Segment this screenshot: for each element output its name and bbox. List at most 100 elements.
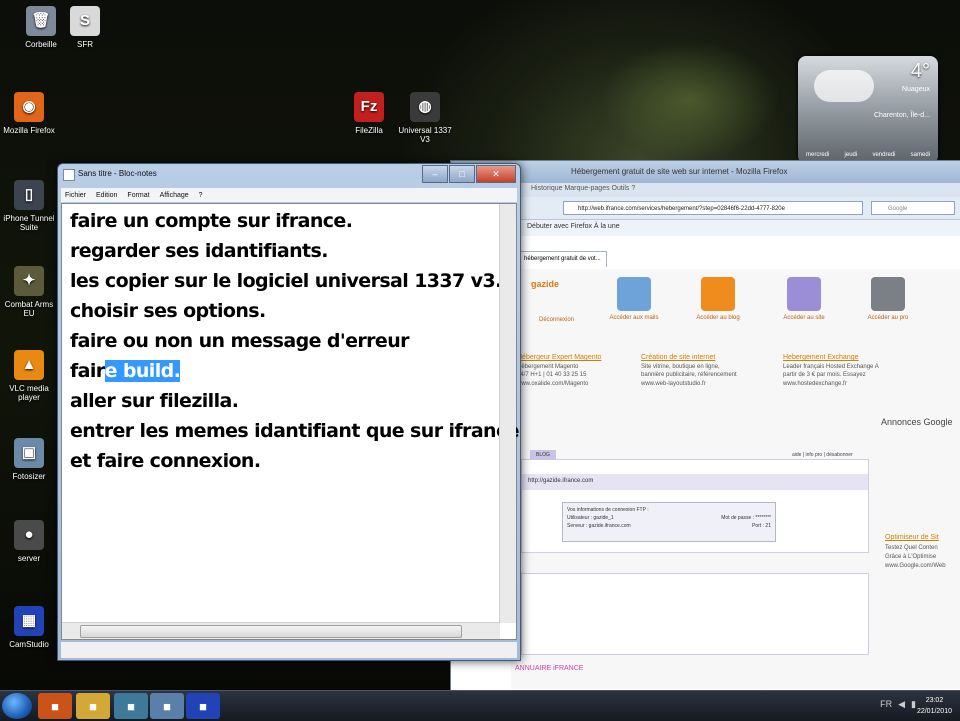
browser-tab[interactable]: hébergement gratuit de vot... (517, 251, 607, 267)
menu-help[interactable]: ? (199, 192, 203, 199)
desktop-icon[interactable]: S SFR (56, 6, 114, 49)
clock[interactable]: 23:02 22/01/2010 (917, 695, 952, 717)
text-line: choisir ses options. (70, 300, 266, 322)
notepad-text-area[interactable]: faire un compte sur ifrance. regarder ses… (61, 203, 520, 640)
house-icon (787, 277, 821, 311)
ftp-password: Mot de passe : ******** (721, 515, 771, 521)
desktop-icon[interactable]: ▦ CamStudio (0, 606, 58, 649)
desktop: 🗑 Corbeille S SFR ◉ Mozilla Firefox ▯ iPhone Tu… (0, 0, 960, 692)
desktop-icon[interactable]: ◍ Universal 1337 V3 (396, 92, 454, 144)
ftp-server: Serveur : gazide.ifrance.com (567, 523, 631, 529)
notepad-icon: ■ (163, 698, 171, 714)
panel-tab[interactable]: BLOG (530, 450, 556, 460)
notepad-window[interactable]: Sans titre - Bloc-notes – □ ✕ Fichier Ed… (57, 163, 521, 661)
vertical-scrollbar[interactable] (499, 204, 516, 623)
notepad-title: Sans titre - Bloc-notes (78, 169, 157, 178)
site-url[interactable]: http://gazide.ifrance.com (522, 474, 868, 490)
annuaire-link[interactable]: ANNUAIRE iFRANCE (515, 665, 583, 672)
text-line: regarder ses idantifiants. (70, 240, 328, 262)
weather-forecast: mercredi jeudi vendredi samedi (806, 152, 930, 158)
desktop-icon-label: server (17, 554, 41, 563)
text-line: faire ou non un message d'erreur (70, 330, 410, 352)
start-button[interactable] (2, 693, 32, 719)
desktop-icon[interactable]: ◉ Mozilla Firefox (0, 92, 58, 135)
firefox-window[interactable]: Hébergement gratuit de site web sur inte… (450, 160, 960, 692)
panel-links[interactable]: aide | info pro | désabonner (792, 452, 853, 458)
quick-link-pro[interactable]: Accéder au pro (853, 277, 923, 321)
quick-link-mails[interactable]: Accéder aux mails (599, 277, 669, 321)
ad-block[interactable]: Création de site internet Site vitrine, … (641, 353, 781, 388)
taskbar-network[interactable]: ■ (114, 693, 148, 719)
minimize-button[interactable]: – (422, 165, 448, 183)
desktop-icon[interactable]: Fz FileZilla (340, 92, 398, 135)
desktop-icon[interactable]: ✦ Combat Arms EU (0, 266, 58, 318)
language-indicator[interactable]: FR (880, 699, 892, 710)
quick-link-label: Accéder au blog (696, 315, 740, 321)
clock-time: 23:02 (925, 697, 944, 704)
desktop-icon[interactable]: ● server (0, 520, 58, 563)
ad-title[interactable]: Hebergement Exchange (783, 353, 923, 363)
volume-icon[interactable]: ◀ (898, 699, 905, 710)
ad-title[interactable]: Création de site internet (641, 353, 781, 363)
text-line: aller sur filezilla. (70, 390, 239, 412)
maximize-button[interactable]: □ (449, 165, 475, 183)
notepad-content[interactable]: faire un compte sur ifrance. regarder ses… (70, 206, 520, 476)
taskbar-explorer-folder[interactable]: ■ (76, 693, 110, 719)
close-button[interactable]: ✕ (476, 165, 516, 183)
combat-arms-icon: ✦ (14, 266, 44, 296)
weather-temperature: 4° (910, 60, 930, 82)
horizontal-scrollbar[interactable] (62, 622, 500, 639)
quick-link-label: Accéder au pro (867, 315, 909, 321)
recycle-bin-icon: 🗑 (26, 6, 56, 36)
ad-block[interactable]: Hebergement Exchange Leader français Hos… (783, 353, 923, 388)
desktop-icon[interactable]: ▲ VLC media player (0, 350, 58, 402)
vlc-icon: ▲ (14, 350, 44, 380)
notepad-icon[interactable] (63, 169, 75, 181)
taskbar-camstudio[interactable]: ■ (186, 693, 220, 719)
quick-link-site[interactable]: Accéder au site (769, 277, 839, 321)
ad-line: Grâce à L'Optimise (885, 553, 937, 560)
text-line: entrer les memes idantifiant que sur ifr… (70, 420, 520, 442)
forecast-day: mercredi (806, 152, 830, 158)
ad-title[interactable]: Optimiseur de Sit (885, 533, 960, 544)
optimiseur-ad[interactable]: Optimiseur de Sit Testez Quel Conten Grâ… (885, 533, 960, 571)
firefox-menu-bar[interactable]: Historique Marque-pages Outils ? (451, 183, 960, 197)
search-box[interactable]: Google (871, 201, 955, 215)
text-selection: e build. (104, 360, 181, 382)
desktop-icon[interactable]: ▯ iPhone Tunnel Suite (0, 180, 58, 232)
desktop-icon-label: VLC media player (9, 384, 49, 403)
quick-link-label: Accéder aux mails (609, 315, 659, 321)
desktop-icon-label: SFR (77, 40, 93, 49)
desktop-icon-label: Combat Arms EU (4, 300, 54, 319)
text-line: faire build. (70, 356, 496, 386)
weather-gadget[interactable]: 4° Nuageux Charenton, Île-d... mercredi … (798, 56, 938, 164)
firefox-icon: ◉ (14, 92, 44, 122)
scrollbar-thumb[interactable] (80, 625, 462, 638)
secondary-panel (521, 573, 869, 655)
ad-block[interactable]: Hébergeur Expert Magento Hébergement Mag… (517, 353, 657, 388)
taskbar-notepad[interactable]: ■ (150, 693, 184, 719)
weather-condition: Nuageux (901, 86, 930, 93)
quick-link-label: Accéder au site (783, 315, 825, 321)
logout-link[interactable]: Déconnexion (539, 317, 574, 323)
site-logo[interactable]: gazide (531, 279, 559, 289)
iphone-icon: ▯ (14, 180, 44, 210)
menu-format[interactable]: Format (127, 192, 149, 199)
ad-line: bannière publicitaire, référencement (641, 372, 737, 379)
network-tray-icon[interactable]: ▮ (911, 699, 916, 710)
address-bar[interactable]: http://web.ifrance.com/services/hebergem… (563, 201, 863, 215)
bookmarks-bar[interactable]: Débuter avec Firefox À la une (451, 220, 960, 236)
ad-line: Site vitrine, boutique en ligne, (641, 363, 720, 370)
menu-affichage[interactable]: Affichage (160, 192, 189, 199)
menu-fichier[interactable]: Fichier (65, 192, 86, 199)
firefox-title-bar[interactable]: Hébergement gratuit de site web sur inte… (451, 161, 960, 183)
camstudio-icon: ▦ (14, 606, 44, 636)
quick-link-blog[interactable]: Accéder au blog (683, 277, 753, 321)
window-controls: – □ ✕ (421, 165, 516, 183)
menu-edition[interactable]: Edition (96, 192, 117, 199)
taskbar: ■ ■ ■ ■ ■ FR ◀ ▮ 23:02 22/01/2010 (0, 690, 960, 721)
desktop-icon[interactable]: ▣ Fotosizer (0, 438, 58, 481)
system-tray: FR ◀ ▮ (880, 699, 916, 710)
taskbar-firefox[interactable]: ■ (38, 693, 72, 719)
ad-title[interactable]: Hébergeur Expert Magento (517, 353, 657, 363)
